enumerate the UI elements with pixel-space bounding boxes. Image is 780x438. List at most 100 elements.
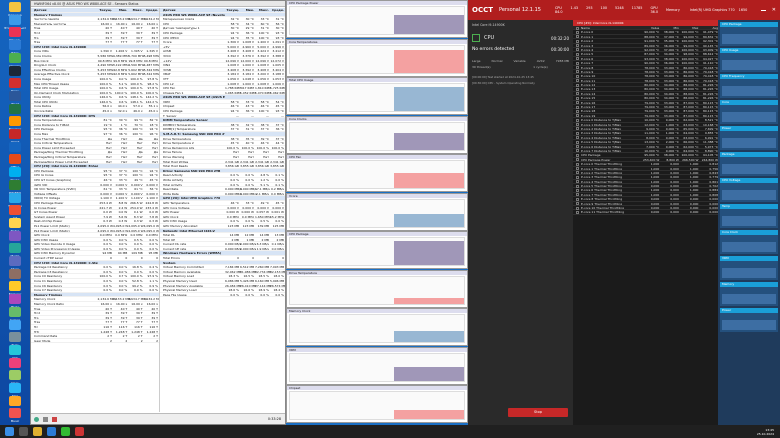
sensor-row[interactable]: Gear Mode 2 2 2 2 bbox=[31, 339, 159, 344]
column-header-cell[interactable]: Мин. bbox=[113, 8, 128, 12]
checkbox[interactable] bbox=[576, 83, 579, 87]
sensor-row[interactable]: Page File Usage 0.0 % 0.0 % 0.0 % 0.0 % bbox=[160, 293, 285, 298]
occt-taskbar-icon[interactable] bbox=[75, 427, 84, 436]
mini-graph[interactable]: Core Clock bbox=[720, 230, 778, 254]
log-icon[interactable] bbox=[52, 416, 57, 422]
checkbox[interactable] bbox=[576, 127, 579, 131]
checkbox[interactable] bbox=[576, 48, 579, 52]
checkbox[interactable] bbox=[576, 149, 579, 153]
checkbox[interactable] bbox=[576, 131, 579, 135]
mini-graph[interactable]: CPU Usage bbox=[720, 48, 778, 72]
column-header-cell[interactable]: Средн. bbox=[144, 8, 159, 12]
start-icon[interactable] bbox=[5, 427, 14, 436]
checkbox[interactable] bbox=[576, 118, 579, 122]
graph-panel[interactable]: CPU Package Power bbox=[286, 0, 468, 38]
graph-panel[interactable]: Memory Clock bbox=[286, 308, 468, 346]
checkbox[interactable] bbox=[576, 162, 579, 166]
mini-graph[interactable]: Core bbox=[720, 100, 778, 124]
graph-panel[interactable]: Core Clocks bbox=[286, 115, 468, 154]
checkbox[interactable] bbox=[576, 158, 579, 162]
checkbox[interactable] bbox=[576, 206, 579, 210]
checkbox[interactable] bbox=[576, 61, 579, 65]
checkbox[interactable] bbox=[576, 79, 579, 83]
checkbox[interactable] bbox=[576, 44, 579, 48]
checkbox[interactable] bbox=[576, 153, 579, 157]
checkbox[interactable] bbox=[576, 184, 579, 188]
hwinfo-taskbar-icon[interactable] bbox=[61, 427, 70, 436]
checkbox[interactable] bbox=[576, 92, 579, 96]
checkbox[interactable] bbox=[576, 136, 579, 140]
checkbox[interactable] bbox=[576, 114, 579, 118]
occt-window[interactable]: OCCT Personal 12.1.15 CPU 84.0 1.43 293 100 5… bbox=[468, 0, 780, 425]
minimize-button[interactable] bbox=[760, 9, 766, 11]
browser-icon[interactable] bbox=[47, 427, 56, 436]
column-header-cell[interactable]: Датчик bbox=[160, 8, 225, 12]
mini-graph[interactable]: CPU Frequency bbox=[720, 74, 778, 98]
checkbox[interactable] bbox=[576, 70, 579, 74]
checkbox[interactable] bbox=[576, 202, 579, 206]
sensor-value: 39 T bbox=[120, 311, 128, 316]
checkbox[interactable] bbox=[576, 193, 579, 197]
mini-graph[interactable]: VRM bbox=[720, 256, 778, 280]
checkbox[interactable] bbox=[576, 35, 579, 39]
checkbox[interactable] bbox=[576, 210, 579, 214]
checkbox[interactable] bbox=[576, 109, 579, 113]
checkbox[interactable] bbox=[576, 66, 579, 70]
mini-graph[interactable]: Power bbox=[720, 308, 778, 332]
checkbox[interactable] bbox=[576, 180, 579, 184]
column-header-cell[interactable]: Текущ. bbox=[225, 8, 240, 12]
mini-graph[interactable]: Temp bbox=[720, 204, 778, 228]
sensor-column-1[interactable]: Датчик Текущ. Мин. Макс. Средн. Memory Timing… bbox=[31, 8, 159, 412]
sensor-column-2[interactable]: Датчик Текущ. Мин. Макс. Средн. ASUS PRO WS W… bbox=[159, 8, 285, 412]
settings-icon[interactable] bbox=[43, 416, 48, 422]
graph-panel[interactable]: Drive Temperature bbox=[286, 269, 468, 308]
sensor-name: P-core 6 Thermal Throttling bbox=[580, 188, 622, 192]
sensor-row[interactable]: E-core 11 Thermal Throttling 0,000 0,000 0,… bbox=[573, 210, 718, 215]
checkbox[interactable] bbox=[576, 197, 579, 201]
checkbox[interactable] bbox=[576, 167, 579, 170]
hwinfo-sensors-window[interactable]: HWiNFO64 v8.00 @ ASUS PRO WS W880-ACE SE… bbox=[30, 0, 286, 425]
graph-panel[interactable]: CPU Fan bbox=[286, 154, 468, 192]
column-header-cell[interactable]: Мин. bbox=[240, 8, 255, 12]
sensor-value: 32 °C bbox=[230, 17, 239, 22]
checkbox[interactable] bbox=[576, 39, 579, 43]
graph-panel[interactable]: VRM bbox=[286, 346, 468, 385]
sensor-table[interactable]: CPU [#0]: Intel Core i9-14900K Name Value… bbox=[573, 20, 718, 425]
reset-icon[interactable] bbox=[34, 416, 39, 422]
checkbox[interactable] bbox=[576, 123, 579, 127]
checkbox[interactable] bbox=[576, 105, 579, 109]
checkbox[interactable] bbox=[576, 171, 579, 175]
stop-button[interactable]: Stop bbox=[508, 408, 568, 417]
explorer-icon[interactable] bbox=[33, 427, 42, 436]
checkbox[interactable] bbox=[576, 175, 579, 179]
mini-graph[interactable]: Memory bbox=[720, 282, 778, 306]
checkbox[interactable] bbox=[576, 101, 579, 105]
app-icon bbox=[9, 332, 21, 343]
mini-graph[interactable]: CPU Package bbox=[720, 22, 778, 46]
checkbox[interactable] bbox=[576, 96, 579, 100]
mini-graph[interactable]: Power bbox=[720, 126, 778, 150]
checkbox[interactable] bbox=[576, 74, 579, 78]
column-header-cell[interactable]: Текущ. bbox=[98, 8, 113, 12]
checkbox[interactable] bbox=[576, 52, 579, 56]
column-header-cell[interactable]: Макс. bbox=[255, 8, 270, 12]
close-icon[interactable]: ✕ bbox=[772, 7, 776, 13]
graph-panel[interactable]: CPU Package bbox=[286, 231, 468, 269]
graph-panel[interactable]: Core Temperatures bbox=[286, 38, 468, 77]
checkbox[interactable] bbox=[576, 57, 579, 61]
graph-panel[interactable]: Chipset bbox=[286, 385, 468, 423]
checkbox[interactable] bbox=[576, 188, 579, 192]
checkbox[interactable] bbox=[576, 145, 579, 149]
checkbox[interactable] bbox=[576, 87, 579, 91]
checkbox[interactable] bbox=[576, 30, 579, 34]
column-header-cell[interactable]: Датчик bbox=[31, 8, 98, 12]
column-header-cell[interactable]: Макс. bbox=[128, 8, 143, 12]
mini-graph[interactable]: Package bbox=[720, 152, 778, 176]
mini-graph[interactable]: CPU Voltage bbox=[720, 178, 778, 202]
graph-panel[interactable]: Vcore bbox=[286, 192, 468, 231]
search-icon[interactable] bbox=[19, 427, 28, 436]
checkbox[interactable] bbox=[576, 140, 579, 144]
sensor-value: 100.0 % bbox=[99, 90, 112, 95]
column-header-cell[interactable]: Средн. bbox=[270, 8, 285, 12]
graph-panel[interactable]: Total CPU Usage bbox=[286, 77, 468, 115]
